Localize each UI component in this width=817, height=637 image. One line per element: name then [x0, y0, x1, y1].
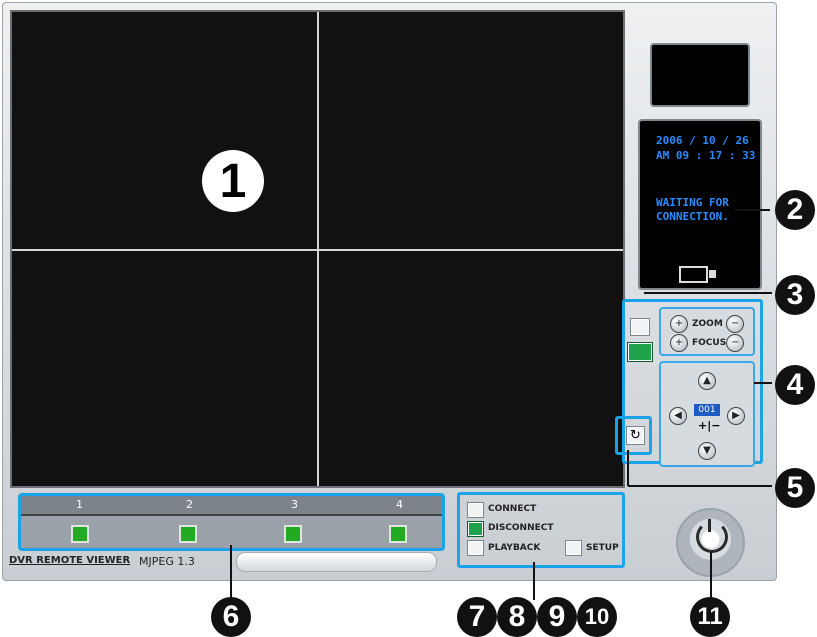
- callout-7: 7: [457, 597, 497, 637]
- callout-6: 6: [211, 597, 251, 637]
- callout-2: 2: [775, 190, 815, 230]
- callout-lines: [230, 209, 772, 605]
- callout-9: 9: [537, 597, 577, 637]
- callout-3: 3: [775, 275, 815, 315]
- callout-8: 8: [497, 597, 537, 637]
- callout-10: 10: [577, 597, 617, 637]
- callout-5: 5: [775, 468, 815, 508]
- callout-4: 4: [775, 365, 815, 405]
- callout-11: 11: [690, 597, 730, 637]
